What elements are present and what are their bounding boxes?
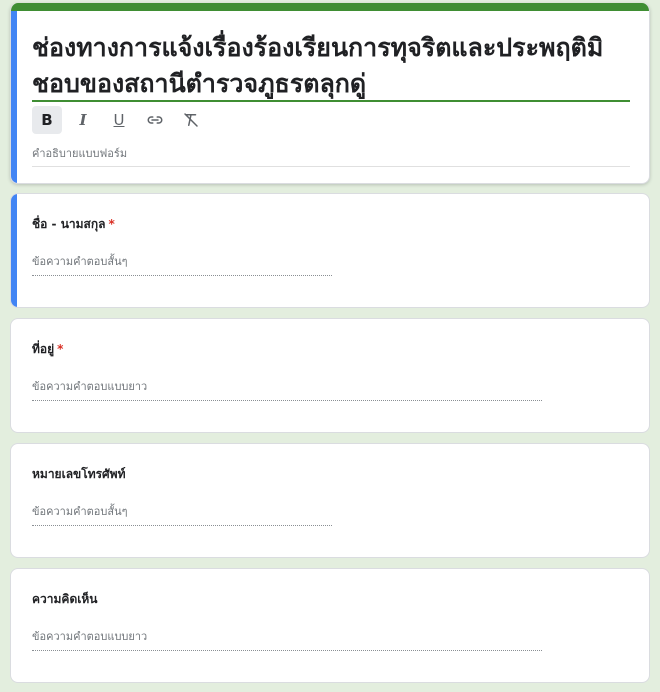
question-card-comment[interactable]: ความคิดเห็น ข้อความคำตอบแบบยาว (10, 568, 650, 683)
link-icon[interactable] (140, 106, 170, 134)
question-title: ที่อยู่ * (32, 340, 63, 359)
form-editor-page: ช่องทางการแจ้งเรื่องร้องเรียนการทุจริตแล… (0, 0, 660, 692)
title-focus-underline (32, 100, 630, 102)
form-title[interactable]: ช่องทางการแจ้งเรื่องร้องเรียนการทุจริตแล… (32, 30, 630, 102)
active-card-indicator (11, 194, 17, 307)
short-answer-field[interactable]: ข้อความคำตอบสั้นๆ (32, 502, 332, 526)
italic-icon[interactable]: I (68, 106, 98, 134)
question-title: หมายเลขโทรศัพท์ (32, 465, 126, 484)
question-card-phone[interactable]: หมายเลขโทรศัพท์ ข้อความคำตอบสั้นๆ (10, 443, 650, 558)
question-card-address[interactable]: ที่อยู่ * ข้อความคำตอบแบบยาว (10, 318, 650, 433)
question-label: ที่อยู่ (32, 342, 55, 356)
question-title: ชื่อ - นามสกุล * (32, 215, 115, 234)
clear-format-icon[interactable] (176, 106, 206, 134)
question-title: ความคิดเห็น (32, 590, 97, 609)
long-answer-field[interactable]: ข้อความคำตอบแบบยาว (32, 377, 542, 401)
form-description-input[interactable]: คำอธิบายแบบฟอร์ม (32, 144, 630, 167)
format-toolbar: B I U (32, 105, 206, 135)
form-header-card[interactable]: ช่องทางการแจ้งเรื่องร้องเรียนการทุจริตแล… (10, 3, 650, 184)
theme-top-bar (11, 3, 649, 11)
question-label: ความคิดเห็น (32, 592, 98, 606)
bold-icon[interactable]: B (32, 106, 62, 134)
question-card-name[interactable]: ชื่อ - นามสกุล * ข้อความคำตอบสั้นๆ (10, 193, 650, 308)
required-marker: * (57, 342, 64, 356)
underline-icon[interactable]: U (104, 106, 134, 134)
long-answer-field[interactable]: ข้อความคำตอบแบบยาว (32, 627, 542, 651)
short-answer-field[interactable]: ข้อความคำตอบสั้นๆ (32, 252, 332, 276)
required-marker: * (108, 217, 115, 231)
question-label: หมายเลขโทรศัพท์ (32, 467, 126, 481)
active-card-indicator (11, 11, 17, 183)
question-label: ชื่อ - นามสกุล (32, 217, 106, 231)
